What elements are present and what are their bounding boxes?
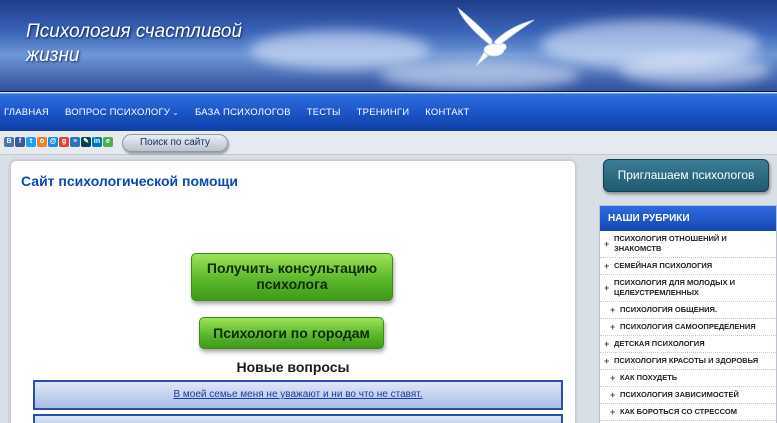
- twitter-icon[interactable]: t: [26, 137, 36, 147]
- psychologists-by-city-button[interactable]: Психологи по городам: [199, 317, 384, 349]
- rubric-item[interactable]: + ПСИХОЛОГИЯ ОБЩЕНИЯ.: [600, 302, 776, 319]
- nav-item-label: ВОПРОС ПСИХОЛОГУ: [64, 107, 171, 118]
- rubric-item[interactable]: + СЕМЕЙНАЯ ПСИХОЛОГИЯ: [600, 258, 776, 275]
- rubric-item[interactable]: + ПСИХОЛОГИЯ САМООПРЕДЕЛЕНИЯ: [600, 319, 776, 336]
- main-content: Сайт психологической помощи Получить кон…: [10, 160, 576, 423]
- rubric-label: ПСИХОЛОГИЯ САМООПРЕДЕЛЕНИЯ: [620, 322, 756, 331]
- plus-icon: +: [610, 407, 616, 417]
- plus-icon: +: [610, 373, 616, 383]
- plus-icon: +: [610, 390, 616, 400]
- rubric-label: ПСИХОЛОГИЯ КРАСОТЫ И ЗДОРОВЬЯ: [614, 356, 759, 365]
- plus-icon: +: [604, 339, 610, 349]
- nav-item-trainings[interactable]: ТРЕНИНГИ: [357, 107, 410, 118]
- rubric-label: КАК ПОХУДЕТЬ: [620, 373, 678, 382]
- chevron-down-icon: ⌄: [172, 108, 179, 117]
- rubric-item[interactable]: + КАК ПОХУДЕТЬ: [600, 370, 776, 387]
- new-questions-heading: Новые вопросы: [236, 359, 350, 375]
- rubric-item[interactable]: + КАК БОРОТЬСЯ СО СТРЕССОМ: [600, 404, 776, 421]
- question-row: [33, 414, 563, 423]
- rubric-list: + ПСИХОЛОГИЯ ОТНОШЕНИЙ И ЗНАКОМСТВ + СЕМЕЙН…: [600, 231, 776, 423]
- vk-icon[interactable]: В: [4, 137, 14, 147]
- rubric-label: ПСИХОЛОГИЯ ОТНОШЕНИЙ И ЗНАКОМСТВ: [614, 234, 727, 253]
- search-site-button[interactable]: Поиск по сайту: [122, 134, 228, 152]
- linkedin-icon[interactable]: in: [92, 137, 102, 147]
- livejournal-icon[interactable]: ✎: [81, 137, 91, 147]
- rubric-label: ПСИХОЛОГИЯ ДЛЯ МОЛОДЫХ И ЦЕЛЕУСТРЕМЛЕННЫ…: [614, 278, 735, 297]
- plus-icon: +: [610, 305, 616, 315]
- odnoklassniki-icon[interactable]: о: [37, 137, 47, 147]
- invite-psychologists-button[interactable]: Приглашаем психологов: [603, 159, 769, 192]
- rubric-item[interactable]: + ПСИХОЛОГИЯ ДЛЯ МОЛОДЫХ И ЦЕЛЕУСТРЕМЛЕНН…: [600, 275, 776, 302]
- rubrics-panel: НАШИ РУБРИКИ + ПСИХОЛОГИЯ ОТНОШЕНИЙ И ЗНА…: [599, 205, 777, 423]
- rubric-label: КАК БОРОТЬСЯ СО СТРЕССОМ: [620, 407, 737, 416]
- dove-logo-icon: [457, 6, 535, 67]
- liveinternet-icon[interactable]: ≡: [70, 137, 80, 147]
- plus-icon: +: [604, 283, 610, 293]
- share-icons: Вf t о @ g ≡ ✎ in e: [4, 137, 113, 147]
- site-title[interactable]: Психология счастливой жизни: [26, 20, 266, 68]
- plus-icon: +: [610, 322, 616, 332]
- rubric-item[interactable]: + ПСИХОЛОГИЯ ЗАВИСИМОСТЕЙ: [600, 387, 776, 404]
- header-cloud: [620, 55, 770, 85]
- rubric-label: ДЕТСКАЯ ПСИХОЛОГИЯ: [614, 339, 705, 348]
- plus-icon: +: [604, 239, 610, 249]
- nav-item-home[interactable]: ГЛАВНАЯ: [4, 107, 49, 118]
- nav-item-ask-psychologist[interactable]: ВОПРОС ПСИХОЛОГУ ⌄: [65, 107, 179, 118]
- evernote-icon[interactable]: e: [103, 137, 113, 147]
- rubric-label: СЕМЕЙНАЯ ПСИХОЛОГИЯ: [614, 261, 713, 270]
- google-icon[interactable]: g: [59, 137, 69, 147]
- mailru-icon[interactable]: @: [48, 137, 58, 147]
- header-cloud: [250, 30, 430, 70]
- nav-item-contact[interactable]: КОНТАКТ: [425, 107, 469, 118]
- nav-item-tests[interactable]: ТЕСТЫ: [307, 107, 341, 118]
- rubric-label: ПСИХОЛОГИЯ ЗАВИСИМОСТЕЙ: [620, 390, 739, 399]
- get-consultation-button[interactable]: Получить консультацию психолога: [191, 253, 393, 301]
- rubric-item[interactable]: + ПСИХОЛОГИЯ ОТНОШЕНИЙ И ЗНАКОМСТВ: [600, 231, 776, 258]
- nav-item-psychologists-base[interactable]: БАЗА ПСИХОЛОГОВ: [195, 107, 291, 118]
- rubrics-heading: НАШИ РУБРИКИ: [600, 206, 776, 231]
- question-link[interactable]: В моей семье меня не уважают и ни во что…: [35, 382, 561, 408]
- site-header: Психология счастливой жизни: [0, 0, 777, 92]
- share-bar: Вf t о @ g ≡ ✎ in e Поиск по сайту: [0, 131, 777, 155]
- question-row: В моей семье меня не уважают и ни во что…: [33, 380, 563, 410]
- facebook-icon[interactable]: f: [15, 137, 25, 147]
- plus-icon: +: [604, 261, 610, 271]
- rubric-label: ПСИХОЛОГИЯ ОБЩЕНИЯ.: [620, 305, 718, 314]
- plus-icon: +: [604, 356, 610, 366]
- main-nav: ГЛАВНАЯ ВОПРОС ПСИХОЛОГУ ⌄ БАЗА ПСИХОЛОГО…: [0, 93, 777, 131]
- page-title: Сайт психологической помощи: [21, 173, 238, 189]
- rubric-item[interactable]: + ДЕТСКАЯ ПСИХОЛОГИЯ: [600, 336, 776, 353]
- rubric-item[interactable]: + ПСИХОЛОГИЯ КРАСОТЫ И ЗДОРОВЬЯ: [600, 353, 776, 370]
